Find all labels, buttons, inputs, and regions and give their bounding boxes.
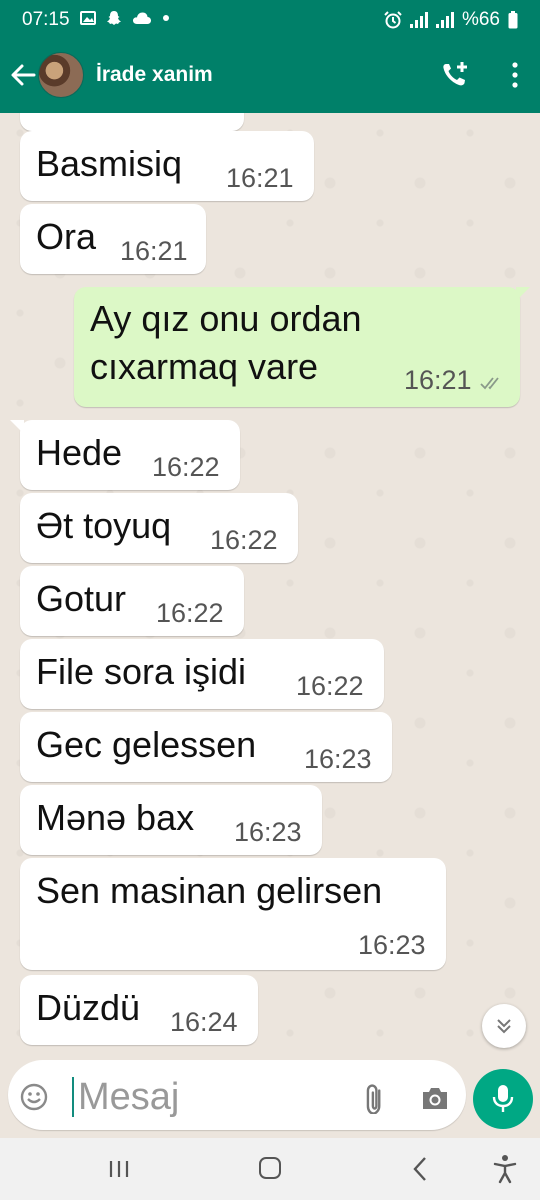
add-call-icon[interactable] <box>440 60 470 90</box>
read-receipt-icon <box>480 377 499 390</box>
system-navigation-bar <box>0 1138 540 1200</box>
message-text: Ora <box>36 216 97 257</box>
message-bubble[interactable]: Sen masinan gelirsen 16:23 <box>20 858 446 970</box>
double-chevron-down-icon <box>497 1019 511 1034</box>
message-bubble[interactable]: Ora 16:21 <box>20 204 206 274</box>
message-text: Düzdü <box>36 987 141 1028</box>
message-text: Ət toyuq <box>36 505 172 546</box>
message-bubble[interactable]: Gotur 16:22 <box>20 566 244 636</box>
message-time: 16:22 <box>210 525 278 555</box>
chat-messages[interactable]: Basmisiq 16:21 Ora 16:21 Ay qız onu orda… <box>0 113 540 1055</box>
emoji-icon[interactable] <box>20 1083 48 1111</box>
signal-icon <box>409 12 428 28</box>
chat-header: İrade xanim <box>0 38 540 113</box>
recent-apps-icon[interactable] <box>108 1160 130 1178</box>
status-bar: 07:15 %66 <box>0 0 540 38</box>
message-bubble[interactable]: Mənə bax 16:23 <box>20 785 322 855</box>
message-text: File sora işidi <box>36 651 247 692</box>
message-text: Sen masinan gelirsen <box>36 870 383 911</box>
message-time: 16:23 <box>234 817 302 847</box>
gallery-icon <box>80 11 96 25</box>
message-text: Hede <box>36 432 123 473</box>
status-right: %66 <box>384 9 518 31</box>
message-time: 16:22 <box>296 671 364 701</box>
message-bubble[interactable]: Düzdü 16:24 <box>20 975 258 1045</box>
scroll-to-bottom-button[interactable] <box>482 1004 526 1048</box>
message-time: 16:23 <box>358 930 426 960</box>
message-bubble[interactable]: Gec gelessen 16:23 <box>20 712 392 782</box>
message-text: Basmisiq <box>36 143 183 184</box>
message-text: Gotur <box>36 578 127 619</box>
mic-icon <box>492 1085 514 1112</box>
attach-icon[interactable] <box>360 1084 390 1114</box>
message-bubble[interactable]: Basmisiq 16:21 <box>20 131 314 201</box>
message-time: 16:22 <box>156 598 224 628</box>
back-arrow-icon[interactable] <box>8 60 38 90</box>
avatar[interactable] <box>38 52 84 98</box>
more-vert-icon[interactable] <box>510 60 520 90</box>
signal-icon <box>435 12 454 28</box>
message-time: 16:21 <box>404 365 472 395</box>
message-input[interactable]: Mesaj <box>78 1076 179 1119</box>
message-time: 16:21 <box>226 163 294 193</box>
message-composer[interactable]: Mesaj <box>8 1060 466 1130</box>
message-time: 16:24 <box>170 1007 238 1037</box>
nav-back-icon[interactable] <box>412 1156 428 1182</box>
home-icon[interactable] <box>259 1157 281 1179</box>
accessibility-icon[interactable] <box>492 1154 518 1184</box>
message-bubble[interactable]: File sora işidi 16:22 <box>20 639 384 709</box>
cloud-icon <box>133 12 151 24</box>
text-caret <box>72 1077 74 1117</box>
status-time: 07:15 <box>22 9 70 30</box>
message-bubble-outgoing[interactable]: Ay qız onu ordan cıxarmaq vare 16:21 <box>74 287 530 407</box>
snapchat-icon <box>107 11 121 25</box>
message-bubble-partial[interactable] <box>20 113 244 131</box>
contact-name[interactable]: İrade xanim <box>96 63 213 87</box>
message-text: Mənə bax <box>36 797 195 838</box>
message-text-line: Ay qız onu ordan <box>90 298 362 339</box>
alarm-icon <box>384 11 402 29</box>
message-time: 16:23 <box>304 744 372 774</box>
message-bubble[interactable]: Ət toyuq 16:22 <box>20 493 298 563</box>
mic-button[interactable] <box>473 1069 533 1129</box>
battery-text: %66 <box>461 9 500 30</box>
camera-icon[interactable] <box>420 1084 450 1112</box>
message-time: 16:21 <box>120 236 188 266</box>
battery-icon <box>508 11 518 29</box>
message-time: 16:22 <box>152 452 220 482</box>
dot-icon <box>163 15 169 21</box>
message-bubble[interactable]: Hede 16:22 <box>10 420 240 490</box>
message-text-line: cıxarmaq vare <box>90 346 319 387</box>
status-left-icons <box>80 10 170 26</box>
message-text: Gec gelessen <box>36 724 257 765</box>
